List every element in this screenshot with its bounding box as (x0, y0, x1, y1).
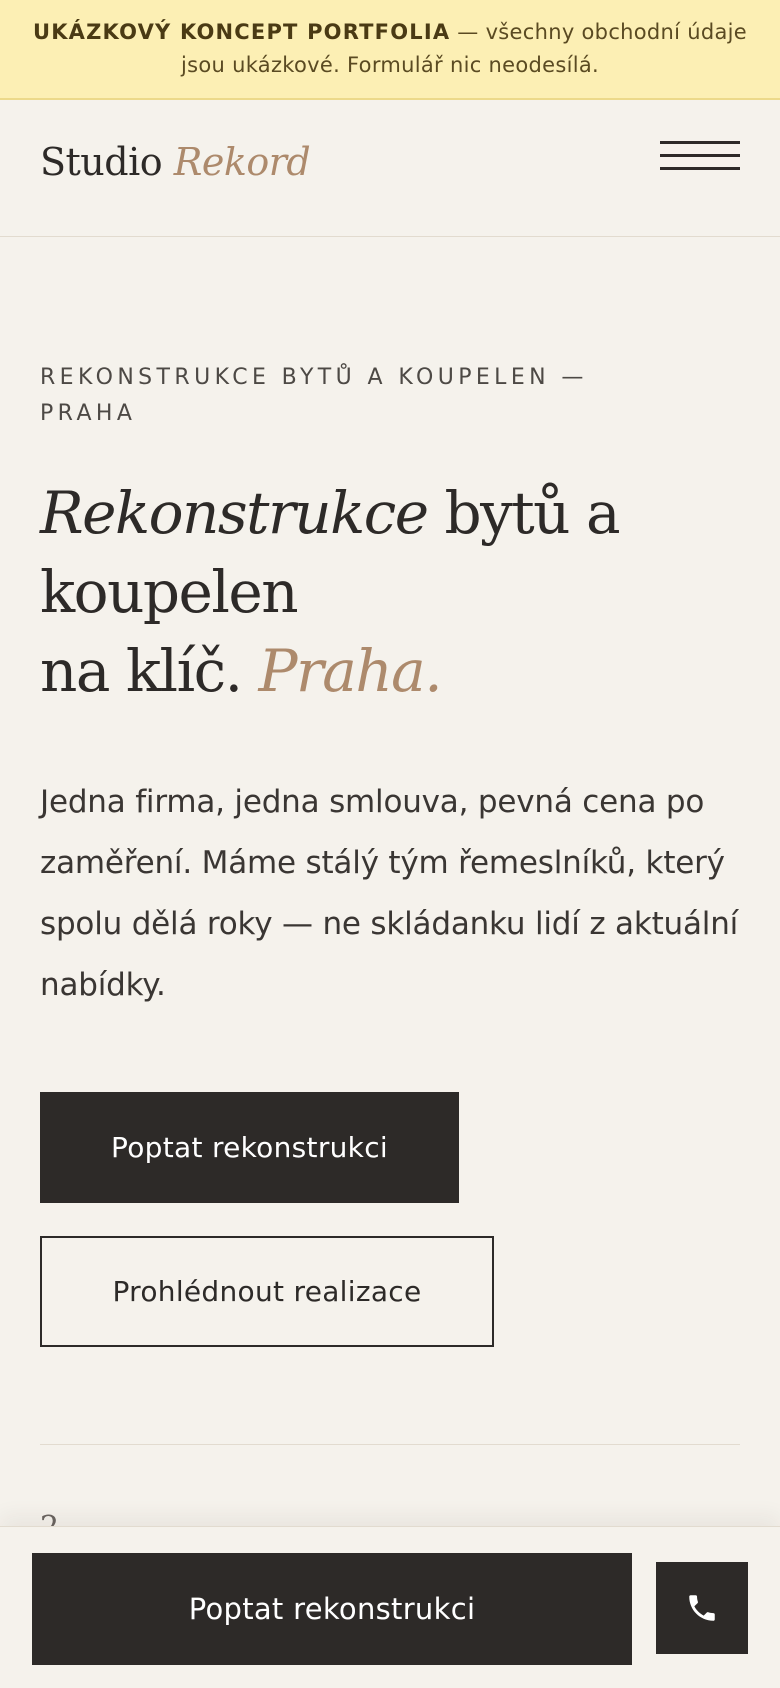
logo[interactable]: Studio Rekord (40, 140, 311, 184)
phone-icon (689, 1595, 715, 1621)
hamburger-menu-icon[interactable] (660, 139, 740, 173)
request-renovation-button[interactable]: Poptat rekonstrukci (40, 1092, 459, 1203)
section-divider (40, 1444, 740, 1445)
logo-accent: Rekord (173, 140, 311, 184)
headline-line3: na klíč. (40, 637, 259, 705)
hero-eyebrow: Rekonstrukce bytů a koupelen — Praha (40, 365, 588, 426)
demo-banner-strong: UKÁZKOVÝ KONCEPT PORTFOLIA (32, 20, 451, 44)
sticky-request-button[interactable]: Poptat rekonstrukci (32, 1553, 632, 1665)
headline-line2: koupelen (40, 558, 299, 626)
headline-italic: Rekonstrukce (40, 479, 429, 547)
hero-lead: Jedna firma, jedna smlouva, pevná cena p… (40, 784, 739, 1003)
phone-button[interactable] (656, 1562, 748, 1654)
sticky-bottom-bar: Poptat rekonstrukci (0, 1526, 780, 1688)
headline-line1-rest: bytů a (427, 479, 620, 547)
demo-banner: UKÁZKOVÝ KONCEPT PORTFOLIA — všechny obc… (0, 0, 780, 100)
view-projects-button[interactable]: Prohlédnout realizace (40, 1236, 494, 1347)
hero-headline: Rekonstrukce bytů a koupelen na klíč. Pr… (40, 474, 740, 711)
headline-accent: Praha. (258, 637, 442, 705)
logo-main: Studio (40, 140, 174, 184)
